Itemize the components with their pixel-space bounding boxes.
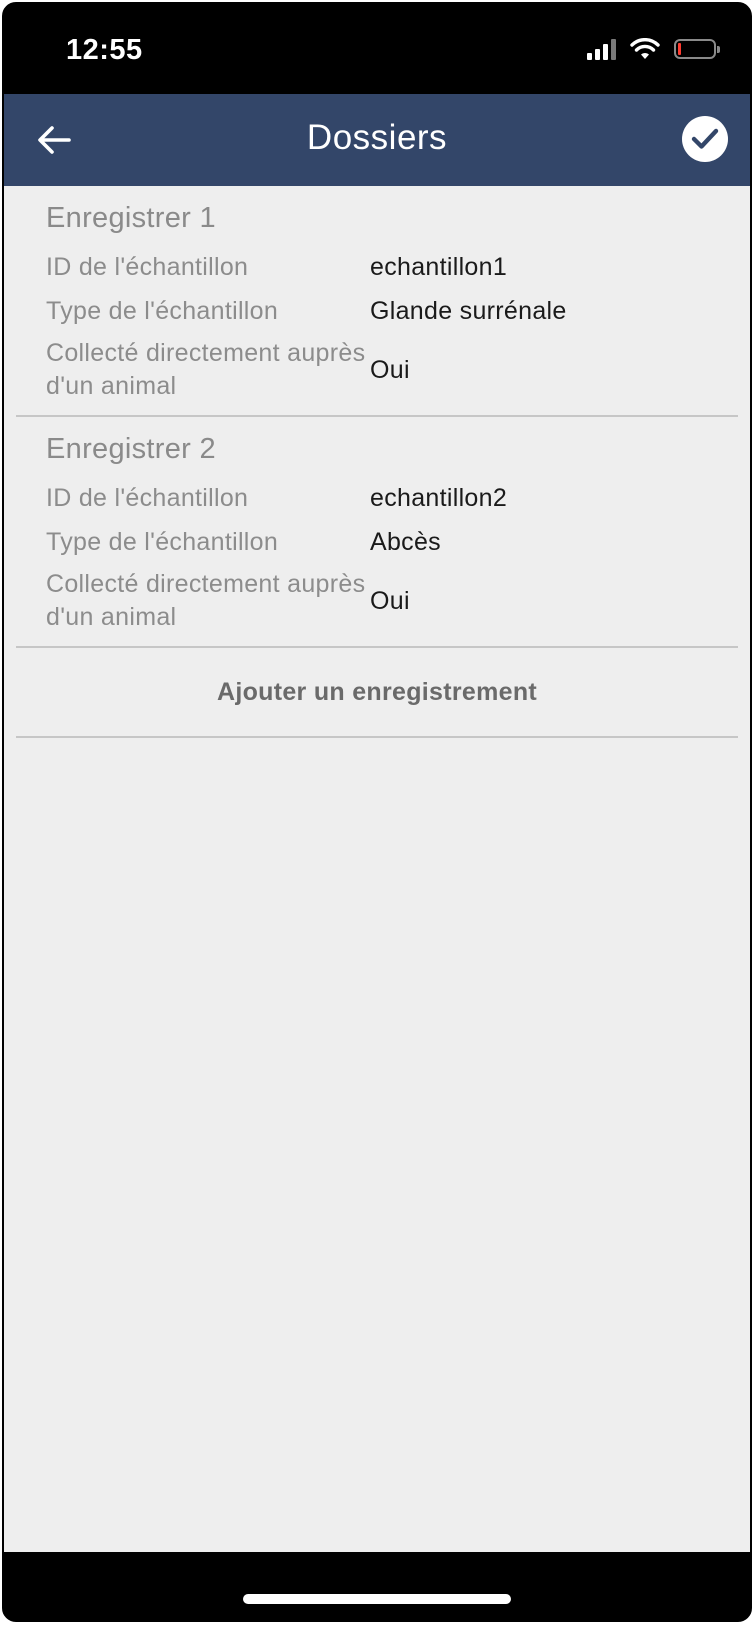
field-label: ID de l'échantillon <box>46 252 249 281</box>
record-title: Enregistrer 1 <box>46 202 216 234</box>
status-time: 12:55 <box>66 34 143 66</box>
battery-icon <box>674 39 720 59</box>
home-bar-area <box>4 1552 750 1620</box>
record-title: Enregistrer 2 <box>46 433 216 465</box>
field-value: Glande surrénale <box>370 296 567 325</box>
status-icons <box>587 38 720 60</box>
field-row-sample-type: Type de l'échantillon Glande surrénale <box>46 289 708 333</box>
app-header: Dossiers <box>4 94 750 186</box>
field-row-sample-id: ID de l'échantillon echantillon2 <box>46 476 708 520</box>
cellular-signal-icon <box>587 38 616 60</box>
field-value: echantillon2 <box>370 483 508 512</box>
record-card[interactable]: Enregistrer 1 ID de l'échantillon echant… <box>16 186 738 417</box>
records-list: Enregistrer 1 ID de l'échantillon echant… <box>4 186 750 1552</box>
field-label: Collecté directement auprès d'un animal <box>46 570 366 631</box>
wifi-icon <box>630 38 660 59</box>
battery-level <box>678 43 681 55</box>
field-label: Type de l'échantillon <box>46 527 279 556</box>
phone-screen: 12:55 Dossiers Enregistrer 1 ID de l'éch… <box>2 2 752 1622</box>
field-label: Collecté directement auprès d'un animal <box>46 339 366 400</box>
confirm-button[interactable] <box>682 116 728 162</box>
page-title: Dossiers <box>306 118 448 157</box>
field-label: Type de l'échantillon <box>46 296 279 325</box>
field-row-collected-from-animal: Collecté directement auprès d'un animal … <box>46 337 708 403</box>
home-indicator[interactable] <box>243 1594 511 1604</box>
field-row-sample-id: ID de l'échantillon echantillon1 <box>46 245 708 289</box>
field-value: Oui <box>370 355 410 384</box>
field-value: Abcès <box>370 527 441 556</box>
field-value: Oui <box>370 586 410 615</box>
check-icon <box>691 128 719 149</box>
field-row-collected-from-animal: Collecté directement auprès d'un animal … <box>46 568 708 634</box>
field-value: echantillon1 <box>370 252 508 281</box>
field-label: ID de l'échantillon <box>46 483 249 512</box>
status-bar: 12:55 <box>4 4 750 94</box>
field-row-sample-type: Type de l'échantillon Abcès <box>46 520 708 564</box>
record-card[interactable]: Enregistrer 2 ID de l'échantillon echant… <box>16 417 738 648</box>
add-record-button[interactable]: Ajouter un enregistrement <box>16 648 738 738</box>
